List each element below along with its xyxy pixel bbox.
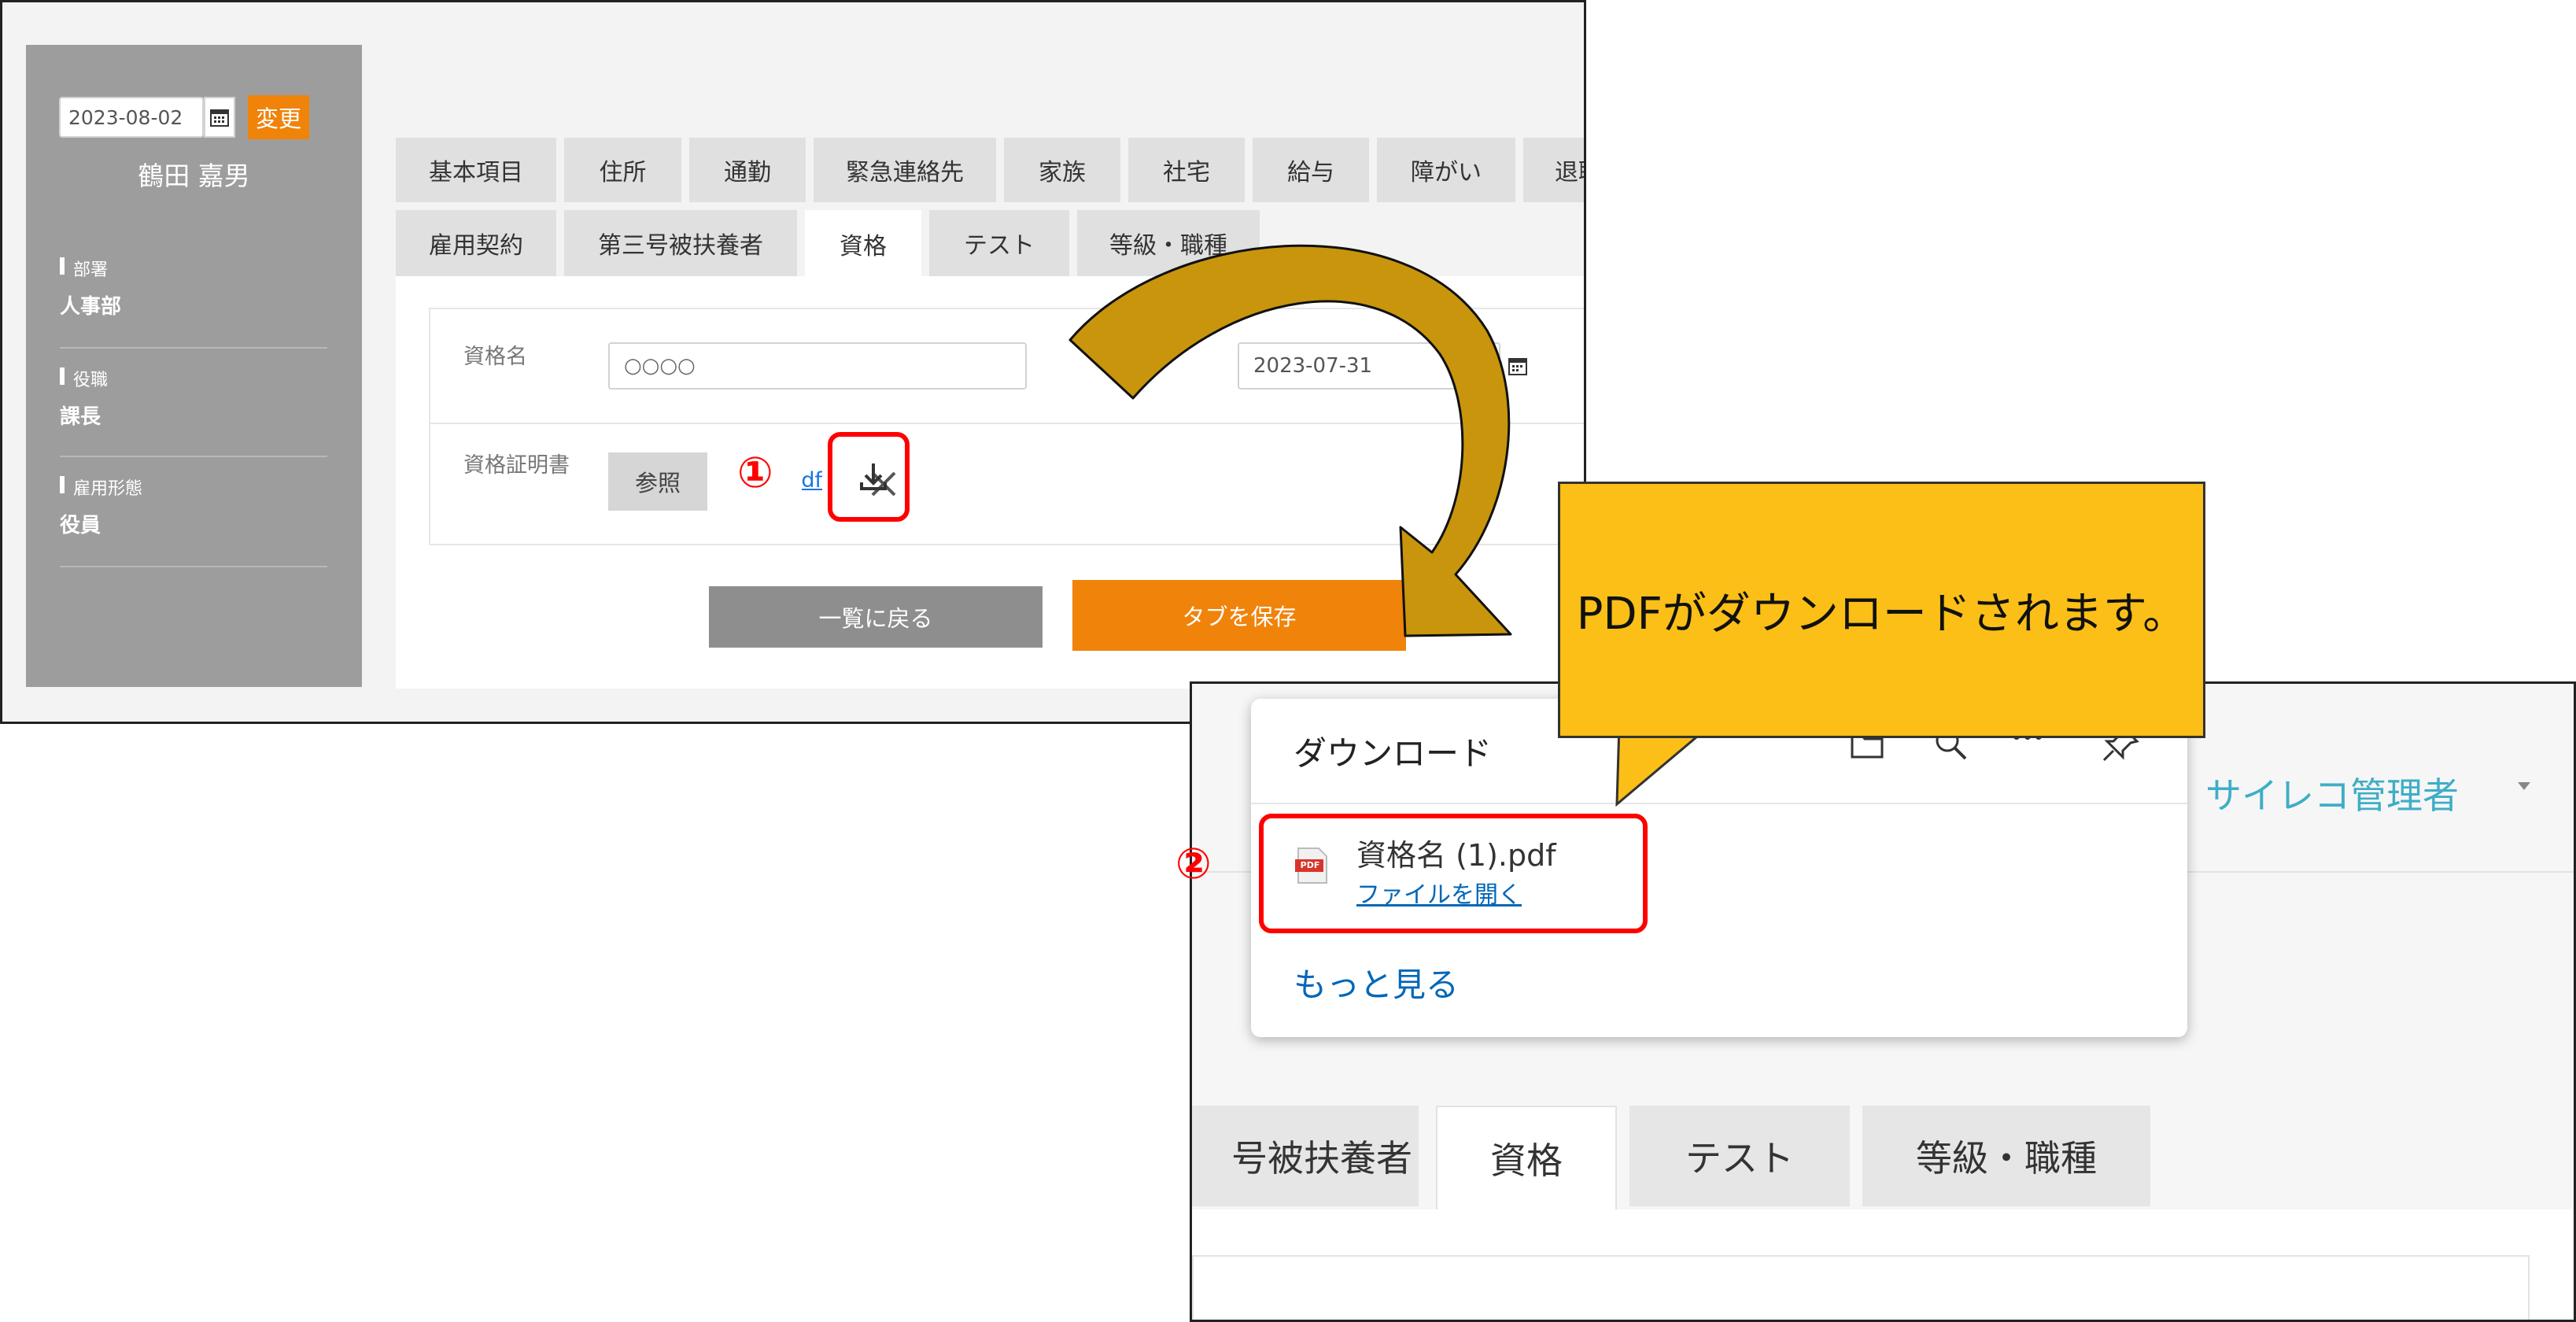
base-date-input[interactable]: 2023-08-02	[59, 97, 204, 138]
downloads-title: ダウンロード	[1294, 734, 1493, 773]
certificate-file-link[interactable]: pdf	[802, 468, 822, 493]
callout-pointer	[1615, 724, 1713, 807]
position-value: 課長	[60, 405, 101, 429]
label-marker	[60, 367, 65, 385]
tab-test[interactable]: テスト	[1629, 1106, 1850, 1206]
tab-retirement[interactable]: 退職	[1523, 138, 1584, 202]
flow-arrow	[1068, 244, 1512, 637]
content-card	[1192, 1255, 2530, 1320]
qualification-name-label: 資格名	[463, 345, 527, 369]
tab-employment-contract[interactable]: 雇用契約	[396, 210, 556, 276]
tab-salary[interactable]: 給与	[1253, 138, 1369, 202]
tab-qualification[interactable]: 資格	[805, 210, 921, 278]
tab-qualification[interactable]: 資格	[1436, 1106, 1617, 1209]
download-highlight	[828, 432, 910, 522]
step-1-marker: ①	[737, 448, 773, 497]
department-label: 部署	[73, 260, 109, 280]
tab-family[interactable]: 家族	[1004, 138, 1120, 202]
tab-commute[interactable]: 通勤	[689, 138, 806, 202]
label-marker	[60, 257, 65, 275]
browse-button[interactable]: 参照	[608, 452, 707, 511]
tab-disability[interactable]: 障がい	[1377, 138, 1515, 202]
tab-grade-occupation[interactable]: 等級・職種	[1862, 1106, 2150, 1206]
sidebar-divider	[60, 347, 327, 349]
downloaded-file-highlight	[1259, 814, 1648, 933]
see-more-link[interactable]: もっと見る	[1294, 958, 1459, 1006]
chevron-down-icon[interactable]	[2514, 775, 2534, 796]
employment-type-label: 雇用形態	[73, 479, 143, 499]
label-marker	[60, 476, 65, 493]
employment-type-value: 役員	[60, 514, 101, 537]
tab-company-housing[interactable]: 社宅	[1128, 138, 1245, 202]
change-date-button[interactable]: 変更	[248, 95, 309, 139]
sidebar-divider	[60, 566, 327, 567]
qualification-name-input[interactable]: ○○○○	[608, 342, 1027, 390]
calendar-icon[interactable]	[204, 97, 235, 138]
user-menu-label[interactable]: サイレコ管理者	[2205, 767, 2459, 819]
tab-basic[interactable]: 基本項目	[396, 138, 556, 202]
callout-message: PDFがダウンロードされます。	[1576, 588, 2187, 640]
department-value: 人事部	[60, 295, 122, 319]
position-label: 役職	[73, 371, 109, 390]
tab-dependent-spouse[interactable]: 号被扶養者	[1192, 1106, 1419, 1206]
certificate-label: 資格証明書	[463, 453, 570, 478]
step-2-marker: ②	[1175, 839, 1212, 888]
sidebar-divider	[60, 456, 327, 457]
tab-emergency-contact[interactable]: 緊急連絡先	[814, 138, 996, 202]
back-to-list-button[interactable]: 一覧に戻る	[709, 586, 1043, 648]
tab-address[interactable]: 住所	[564, 138, 681, 202]
tab-dependent-spouse[interactable]: 第三号被扶養者	[564, 210, 797, 276]
employee-sidebar: 2023-08-02 変更 鶴田 嘉男 部署 人事部 役職 課長 雇用形態 役員	[26, 45, 362, 687]
employee-name: 鶴田 嘉男	[138, 161, 250, 191]
